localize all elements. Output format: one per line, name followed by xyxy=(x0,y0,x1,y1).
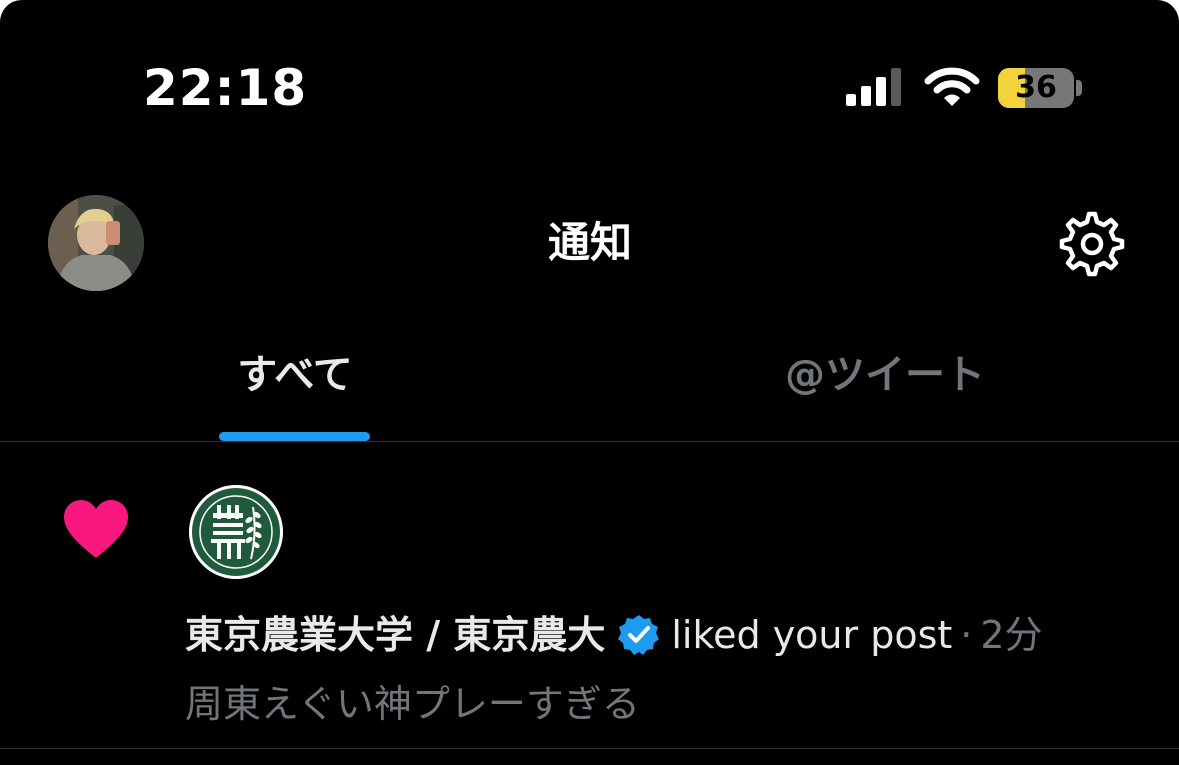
heart-icon xyxy=(64,500,128,558)
battery-icon: 36 xyxy=(998,68,1074,108)
notification-time: 2分 xyxy=(980,613,1043,657)
battery-cap xyxy=(1076,80,1082,96)
university-logo xyxy=(189,485,283,579)
gear-icon[interactable] xyxy=(1058,210,1126,278)
battery-percent: 36 xyxy=(1015,70,1057,105)
page-title: 通知 xyxy=(547,218,632,267)
action-text: liked your post xyxy=(671,613,953,657)
profile-photo xyxy=(48,195,144,291)
separator-dot: · xyxy=(960,613,973,657)
tab-all[interactable]: すべて xyxy=(160,345,430,405)
signal-bars-icon xyxy=(846,68,901,106)
status-time: 22:18 xyxy=(143,59,308,117)
wifi-icon xyxy=(924,67,980,106)
notification-text: 東京農業大学 / 東京農大 liked your post · 2分 xyxy=(185,606,1043,664)
notifications-screen: 22:18 36 通知 すべて @ツイート 東京農業大学 / 東京農大 like… xyxy=(0,0,1179,765)
tabs-divider xyxy=(0,441,1179,442)
active-tab-indicator xyxy=(219,432,370,441)
actor-name[interactable]: 東京農業大学 / 東京農大 xyxy=(185,606,605,664)
actor-avatar[interactable] xyxy=(189,485,283,579)
tab-mentions[interactable]: @ツイート xyxy=(720,345,1050,405)
profile-avatar[interactable] xyxy=(48,195,144,291)
verified-badge-icon xyxy=(618,615,660,655)
notification-divider xyxy=(0,748,1179,749)
post-preview[interactable]: 周東えぐい神プレーすぎる xyxy=(185,676,640,732)
